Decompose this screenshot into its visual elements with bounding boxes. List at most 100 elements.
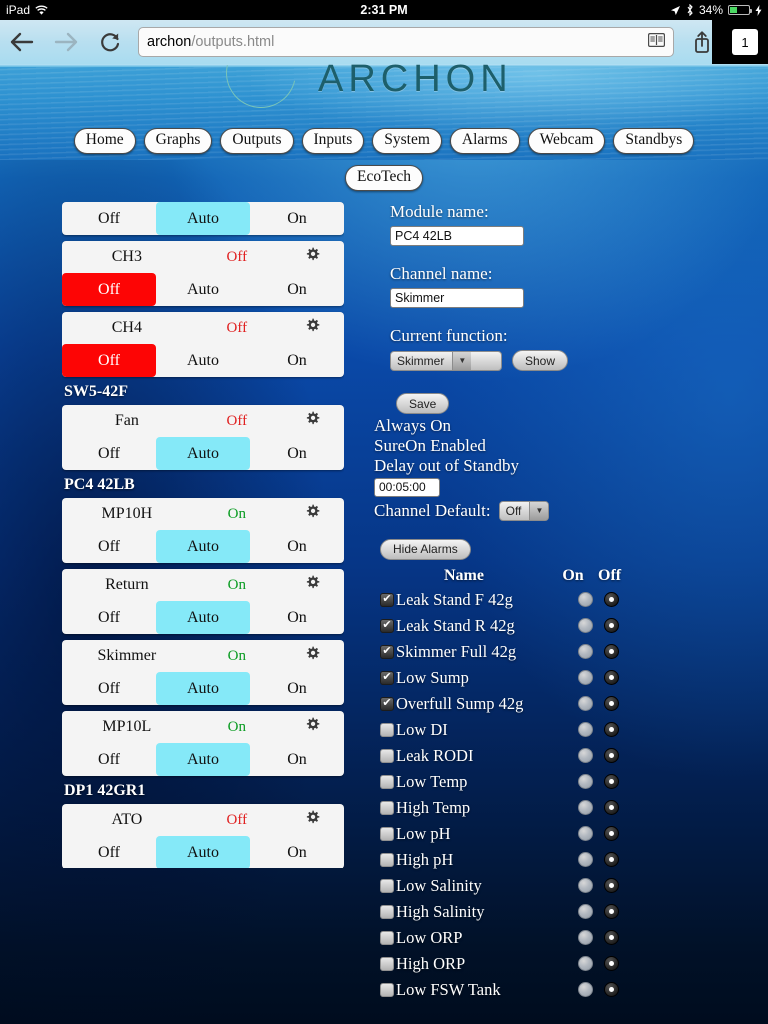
address-bar[interactable]: archon/outputs.html bbox=[138, 27, 674, 57]
mode-on-button[interactable]: On bbox=[250, 344, 344, 377]
alarm-action-off-radio[interactable] bbox=[603, 618, 619, 634]
alarm-enable-checkbox[interactable] bbox=[380, 878, 394, 893]
alarm-action-off-radio[interactable] bbox=[603, 774, 619, 790]
alarm-action-off-radio[interactable] bbox=[603, 930, 619, 946]
alarm-enable-checkbox[interactable] bbox=[380, 826, 394, 841]
alarm-action-off-radio[interactable] bbox=[603, 826, 619, 842]
alarm-enable-checkbox[interactable]: ✔ bbox=[380, 618, 394, 633]
nav-item-alarms[interactable]: Alarms bbox=[449, 128, 520, 154]
alarm-action-on-radio[interactable] bbox=[577, 670, 593, 686]
alarm-enable-checkbox[interactable]: ✔ bbox=[380, 592, 394, 607]
mode-auto-button[interactable]: Auto bbox=[156, 743, 250, 776]
alarm-action-on-radio[interactable] bbox=[577, 930, 593, 946]
alarm-enable-checkbox[interactable]: ✔ bbox=[380, 696, 394, 711]
alarm-action-on-radio[interactable] bbox=[577, 644, 593, 660]
mode-auto-button[interactable]: Auto bbox=[156, 344, 250, 377]
mode-on-button[interactable]: On bbox=[250, 437, 344, 470]
current-function-select[interactable]: Skimmer ▼ bbox=[390, 350, 502, 371]
mode-off-button[interactable]: Off bbox=[62, 601, 156, 634]
alarm-action-on-radio[interactable] bbox=[577, 748, 593, 764]
module-name-input[interactable] bbox=[390, 226, 524, 246]
mode-on-button[interactable]: On bbox=[250, 672, 344, 705]
alarm-action-on-radio[interactable] bbox=[577, 618, 593, 634]
outputs-panel[interactable]: Off Auto On CH3 Off Off Auto On CH4 Off Off Auto On S… bbox=[62, 202, 344, 868]
alarm-enable-checkbox[interactable] bbox=[380, 748, 394, 763]
alarm-action-on-radio[interactable] bbox=[577, 696, 593, 712]
channel-default-select[interactable]: Off ▼ bbox=[498, 500, 550, 521]
alarm-action-on-radio[interactable] bbox=[577, 722, 593, 738]
alarm-enable-checkbox[interactable] bbox=[380, 904, 394, 919]
nav-item-system[interactable]: System bbox=[372, 128, 442, 154]
alarm-enable-checkbox[interactable] bbox=[380, 852, 394, 867]
alarm-enable-checkbox[interactable] bbox=[380, 982, 394, 997]
alarm-enable-checkbox[interactable] bbox=[380, 956, 394, 971]
back-button[interactable] bbox=[0, 20, 44, 64]
alarm-enable-checkbox[interactable] bbox=[380, 930, 394, 945]
mode-off-button[interactable]: Off bbox=[62, 836, 156, 868]
mode-off-button[interactable]: Off bbox=[62, 437, 156, 470]
forward-button[interactable] bbox=[44, 20, 88, 64]
tab-count-button[interactable]: 1 bbox=[732, 29, 758, 55]
reader-view-icon[interactable] bbox=[648, 33, 666, 51]
nav-item-home[interactable]: Home bbox=[73, 128, 136, 154]
nav-item-outputs[interactable]: Outputs bbox=[220, 128, 294, 154]
mode-auto-button[interactable]: Auto bbox=[156, 601, 250, 634]
alarm-action-on-radio[interactable] bbox=[577, 982, 593, 998]
nav-item-inputs[interactable]: Inputs bbox=[301, 128, 365, 154]
alarm-action-off-radio[interactable] bbox=[603, 956, 619, 972]
alarm-action-on-radio[interactable] bbox=[577, 904, 593, 920]
alarm-action-off-radio[interactable] bbox=[603, 670, 619, 686]
mode-auto-button[interactable]: Auto bbox=[156, 202, 250, 235]
reload-button[interactable] bbox=[88, 20, 132, 64]
mode-off-button[interactable]: Off bbox=[62, 743, 156, 776]
alarm-action-on-radio[interactable] bbox=[577, 800, 593, 816]
channel-name-input[interactable] bbox=[390, 288, 524, 308]
alarm-action-off-radio[interactable] bbox=[603, 878, 619, 894]
alarm-action-on-radio[interactable] bbox=[577, 852, 593, 868]
channel-settings-button[interactable] bbox=[282, 717, 344, 737]
mode-off-button[interactable]: Off bbox=[62, 672, 156, 705]
alarm-action-off-radio[interactable] bbox=[603, 852, 619, 868]
alarm-action-off-radio[interactable] bbox=[603, 982, 619, 998]
mode-on-button[interactable]: On bbox=[250, 836, 344, 868]
channel-settings-button[interactable] bbox=[282, 504, 344, 524]
channel-settings-button[interactable] bbox=[282, 411, 344, 431]
mode-off-button[interactable]: Off bbox=[62, 530, 156, 563]
mode-auto-button[interactable]: Auto bbox=[156, 836, 250, 868]
alarm-enable-checkbox[interactable] bbox=[380, 722, 394, 737]
alarm-enable-checkbox[interactable] bbox=[380, 800, 394, 815]
alarm-action-off-radio[interactable] bbox=[603, 748, 619, 764]
mode-auto-button[interactable]: Auto bbox=[156, 437, 250, 470]
alarm-enable-checkbox[interactable]: ✔ bbox=[380, 670, 394, 685]
mode-on-button[interactable]: On bbox=[250, 202, 344, 235]
mode-on-button[interactable]: On bbox=[250, 743, 344, 776]
channel-settings-button[interactable] bbox=[282, 646, 344, 666]
channel-settings-button[interactable] bbox=[282, 810, 344, 830]
channel-settings-button[interactable] bbox=[282, 318, 344, 338]
alarm-action-on-radio[interactable] bbox=[577, 878, 593, 894]
save-button[interactable]: Save bbox=[396, 393, 450, 414]
alarm-action-on-radio[interactable] bbox=[577, 774, 593, 790]
alarm-action-off-radio[interactable] bbox=[603, 592, 619, 608]
mode-on-button[interactable]: On bbox=[250, 530, 344, 563]
alarm-action-on-radio[interactable] bbox=[577, 826, 593, 842]
alarm-enable-checkbox[interactable] bbox=[380, 774, 394, 789]
hide-alarms-button[interactable]: Hide Alarms bbox=[380, 538, 471, 560]
mode-off-button[interactable]: Off bbox=[62, 202, 156, 235]
channel-settings-button[interactable] bbox=[282, 575, 344, 595]
alarm-action-on-radio[interactable] bbox=[577, 592, 593, 608]
alarm-action-off-radio[interactable] bbox=[603, 644, 619, 660]
mode-auto-button[interactable]: Auto bbox=[156, 530, 250, 563]
nav-item-webcam[interactable]: Webcam bbox=[527, 128, 606, 154]
delay-out-of-standby-input[interactable] bbox=[374, 477, 440, 497]
alarm-action-off-radio[interactable] bbox=[603, 722, 619, 738]
alarm-action-off-radio[interactable] bbox=[603, 696, 619, 712]
alarm-action-off-radio[interactable] bbox=[603, 904, 619, 920]
channel-settings-button[interactable] bbox=[282, 247, 344, 267]
mode-off-button[interactable]: Off bbox=[62, 344, 156, 377]
show-button[interactable]: Show bbox=[512, 350, 569, 371]
alarm-action-off-radio[interactable] bbox=[603, 800, 619, 816]
mode-on-button[interactable]: On bbox=[250, 601, 344, 634]
mode-off-button[interactable]: Off bbox=[62, 273, 156, 306]
mode-on-button[interactable]: On bbox=[250, 273, 344, 306]
